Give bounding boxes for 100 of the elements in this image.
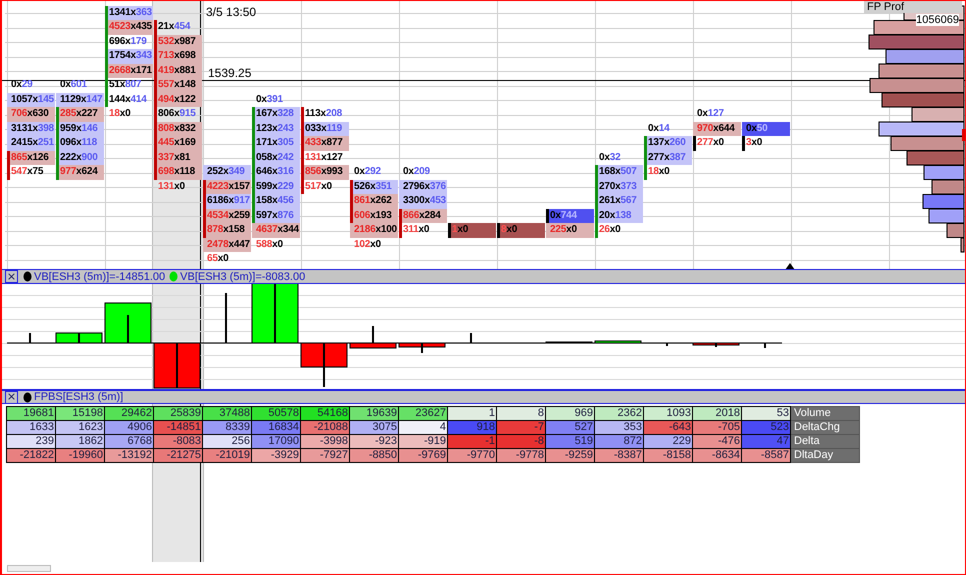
table-cell: -14851: [154, 420, 202, 434]
table-cell: 353: [594, 420, 644, 434]
table-cell: -21088: [300, 420, 350, 434]
footprint-cell-text: 588x0: [255, 238, 284, 252]
table-cell: 8: [496, 406, 546, 420]
footprint-cell: 8x0: [497, 223, 545, 238]
footprint-cell: 252x349: [203, 165, 251, 180]
row-label: DeltaChg: [790, 420, 860, 434]
histogram-wick: [715, 343, 717, 347]
footprint-cell: 0x50: [742, 122, 790, 136]
histogram-wick: [176, 343, 178, 388]
row-label: Delta: [790, 434, 860, 448]
table-cell: -8850: [350, 448, 398, 462]
table-cell: 50578: [252, 406, 300, 420]
table-cell: -21019: [202, 448, 252, 462]
row-label: DltaDay: [790, 448, 860, 462]
footprint-cell: 2186x100: [350, 223, 398, 238]
histogram-wick: [78, 333, 80, 343]
footprint-cell: 977x624: [56, 165, 104, 180]
close-button[interactable]: ×: [5, 270, 18, 283]
footprint-cell: 713x698: [154, 49, 202, 64]
footprint-cell: 4637x344: [252, 223, 300, 238]
scrollbar-thumb[interactable]: [7, 565, 51, 572]
table-cell: 256: [202, 434, 252, 448]
footprint-cell: 2796x376: [399, 180, 447, 194]
footprint-cell: 4223x157: [203, 180, 251, 194]
table-cell: 25839: [154, 406, 202, 420]
table-cell: 16834: [252, 420, 300, 434]
histogram-wick: [323, 343, 325, 387]
footprint-cell: 225x0: [546, 223, 594, 238]
table-cell: 229: [644, 434, 692, 448]
histogram-wick: [372, 326, 374, 343]
footprint-cell: 706x630: [7, 107, 55, 122]
table-cell: 19639: [350, 406, 398, 420]
footprint-cell-text: 0x127: [696, 107, 725, 122]
footprint-cell-text: 18x0: [108, 107, 132, 122]
table-cell: 4: [398, 420, 448, 434]
histogram-bar: [398, 342, 446, 348]
histogram-bar: [692, 342, 740, 346]
footprint-cell: 1129x147: [56, 92, 104, 108]
footprint-cell: 557x148: [154, 78, 202, 93]
table-cell: 4906: [104, 420, 154, 434]
footprint-cell-text: 0x391: [255, 92, 284, 107]
table-cell: 2362: [594, 406, 644, 420]
close-button[interactable]: ×: [5, 390, 18, 404]
footprint-cell: 26x0: [595, 223, 643, 238]
footprint-cell: 866x284: [399, 208, 447, 224]
table-cell: -643: [644, 420, 692, 434]
footprint-cell: 433x877: [301, 136, 349, 151]
table-cell: 918: [448, 420, 496, 434]
footprint-cell: 597x876: [252, 208, 300, 224]
table-cell: -923: [350, 434, 398, 448]
footprint-cell: 158x456: [252, 194, 300, 209]
table-cell: 1093: [644, 406, 692, 420]
table-cell: 1: [448, 406, 496, 420]
footprint-cell-text: 0x14: [647, 122, 671, 136]
table-cell: -8158: [644, 448, 692, 462]
crosshair-price-label: 1539.25: [208, 67, 252, 80]
table-cell: -9769: [398, 448, 448, 462]
table-cell: -705: [692, 420, 742, 434]
histogram-bar: [56, 332, 102, 344]
footprint-cell: 3x0: [742, 136, 790, 151]
histogram-wick: [225, 293, 227, 343]
footprint-cell: 270x373: [595, 180, 643, 194]
footprint-cell: 419x881: [154, 64, 202, 78]
footprint-cell: 4523x435: [105, 20, 153, 35]
histogram-wick: [127, 315, 129, 343]
footprint-cell: 959x146: [56, 122, 104, 136]
table-cell: -8634: [692, 448, 742, 462]
histogram-bar: [252, 284, 298, 344]
footprint-cell: 3300x453: [399, 194, 447, 209]
footprint-cell: 445x169: [154, 136, 202, 151]
profile-total-volume: 1056069: [916, 14, 959, 26]
histogram-wick: [470, 333, 472, 343]
table-cell: -7: [496, 420, 546, 434]
footprint-cell: 171x305: [252, 136, 300, 151]
table-cell: -8587: [742, 448, 790, 462]
table-cell: 523: [742, 420, 790, 434]
table-cell: 519: [546, 434, 594, 448]
table-cell: 1623: [56, 420, 104, 434]
footprint-cell: 646x316: [252, 165, 300, 180]
histogram-wick: [274, 284, 276, 343]
footprint-cell-text: 0x32: [598, 150, 622, 165]
table-cell: 8339: [202, 420, 252, 434]
table-cell: 53: [742, 406, 790, 420]
table-cell: -919: [398, 434, 448, 448]
histogram-wick: [666, 343, 668, 346]
table-cell: 2018: [692, 406, 742, 420]
indicator-legend: VB[ESH3 (5m)]=-8083.00: [180, 270, 306, 282]
footprint-cell: 1341x363: [105, 6, 153, 20]
table-cell: 6768: [104, 434, 154, 448]
histogram-bar: [104, 302, 152, 344]
indicator-legend: FPBS[ESH3 (5m)]: [34, 391, 124, 403]
table-cell: -3998: [300, 434, 350, 448]
table-cell: -9778: [496, 448, 546, 462]
table-cell: -8: [496, 434, 546, 448]
footprint-cell: 033x119: [301, 122, 349, 136]
footprint-cell: 20x138: [595, 208, 643, 224]
histogram-bar: [300, 342, 348, 368]
footprint-cell: 856x993: [301, 165, 349, 180]
